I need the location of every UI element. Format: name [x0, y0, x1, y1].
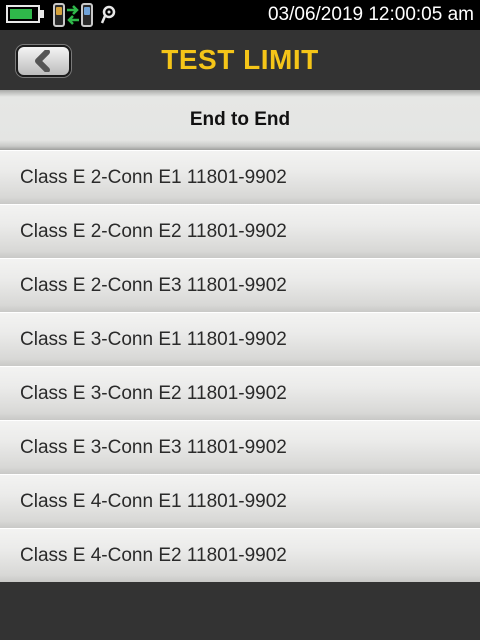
list-item-label: Class E 4-Conn E1 11801-9902 — [20, 491, 287, 512]
battery-icon — [6, 5, 40, 23]
test-limit-list: Class E 2-Conn E1 11801-9902 Class E 2-C… — [0, 150, 480, 582]
list-item-label: Class E 3-Conn E3 11801-9902 — [20, 437, 287, 458]
list-item-label: Class E 3-Conn E1 11801-9902 — [20, 329, 287, 350]
datetime-display: 03/06/2019 12:00:05 am — [267, 4, 474, 25]
main-unit-icon — [53, 3, 65, 27]
section-label: End to End — [189, 109, 291, 130]
list-item-label: Class E 4-Conn E2 11801-9902 — [20, 545, 287, 566]
screen: 03/06/2019 12:00:05 am TEST LIMIT End to… — [0, 0, 480, 640]
list-item-label: Class E 2-Conn E1 11801-9902 — [20, 167, 287, 188]
page-title: TEST LIMIT — [161, 44, 319, 75]
chevron-left-icon — [35, 50, 50, 72]
battery-level-fill — [10, 9, 33, 19]
list-item-limit[interactable]: Class E 3-Conn E3 11801-9902 — [0, 420, 480, 474]
back-button[interactable] — [16, 45, 71, 77]
list-item-label: Class E 2-Conn E2 11801-9902 — [20, 221, 287, 242]
list-item-limit[interactable]: Class E 2-Conn E2 11801-9902 — [0, 204, 480, 258]
list-item-limit[interactable]: Class E 2-Conn E1 11801-9902 — [0, 150, 480, 204]
list-item-limit[interactable]: Class E 4-Conn E1 11801-9902 — [0, 474, 480, 528]
status-bar: 03/06/2019 12:00:05 am — [0, 0, 480, 30]
list-item-limit[interactable]: Class E 2-Conn E3 11801-9902 — [0, 258, 480, 312]
list-item-label: Class E 2-Conn E3 11801-9902 — [20, 275, 287, 296]
battery-tip — [40, 10, 44, 18]
section-header: End to End — [0, 90, 480, 150]
header: TEST LIMIT — [0, 30, 480, 90]
list-item-limit[interactable]: Class E 3-Conn E2 11801-9902 — [0, 366, 480, 420]
probe-icon — [100, 5, 118, 25]
remote-unit-icon — [81, 3, 93, 27]
list-item-limit[interactable]: Class E 4-Conn E2 11801-9902 — [0, 528, 480, 582]
list-item-limit[interactable]: Class E 3-Conn E1 11801-9902 — [0, 312, 480, 366]
list-item-label: Class E 3-Conn E2 11801-9902 — [20, 383, 287, 404]
link-arrows-icon — [66, 4, 80, 26]
